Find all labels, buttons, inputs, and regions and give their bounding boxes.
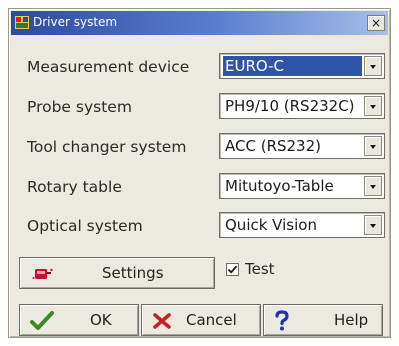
tool-changer-system-value: ACC (RS232) [225,137,321,155]
question-mark-icon [275,310,289,331]
rotary-table-value: Mitutoyo-Table [225,177,334,195]
chevron-down-icon [370,145,376,149]
tool-changer-system-select[interactable]: ACC (RS232) [219,133,385,159]
settings-button-label: Settings [102,264,164,282]
help-button-label: Help [334,311,369,329]
rotary-table-dropdown-button[interactable] [364,176,382,196]
chevron-down-icon [370,224,376,228]
checkmark-icon [30,311,54,330]
ok-button-label: OK [90,311,112,329]
driver-system-dialog: Driver system × Measurement device EURO-… [8,8,391,338]
measurement-device-value: EURO-C [223,56,362,76]
test-checkbox[interactable] [226,263,239,276]
tool-changer-system-dropdown-button[interactable] [364,136,382,156]
title-bar: Driver system × [11,11,388,35]
optical-system-value: Quick Vision [225,216,317,234]
measurement-device-select[interactable]: EURO-C [219,53,385,79]
optical-system-select[interactable]: Quick Vision [219,212,385,238]
chevron-down-icon [370,105,376,109]
checkmark-icon [227,265,238,274]
cancel-button-label: Cancel [186,311,237,329]
chevron-down-icon [370,185,376,189]
settings-button[interactable]: Settings [19,257,215,289]
cross-icon [153,313,171,329]
probe-system-label: Probe system [27,98,132,116]
optical-system-label: Optical system [27,217,143,235]
rotary-table-select[interactable]: Mitutoyo-Table [219,173,385,199]
optical-system-dropdown-button[interactable] [364,215,382,235]
close-button[interactable]: × [367,15,385,31]
ok-button[interactable]: OK [19,304,139,336]
tool-changer-system-label: Tool changer system [27,138,187,156]
settings-icon [32,268,53,279]
chevron-down-icon [370,65,376,69]
measurement-device-dropdown-button[interactable] [364,56,382,76]
help-button[interactable]: Help [263,304,383,336]
cancel-button[interactable]: Cancel [141,304,261,336]
probe-system-select[interactable]: PH9/10 (RS232C) [219,93,385,119]
measurement-device-label: Measurement device [27,58,190,76]
test-checkbox-label: Test [245,260,275,278]
probe-system-value: PH9/10 (RS232C) [225,97,355,115]
app-icon [15,16,29,29]
window-title: Driver system [33,15,118,29]
probe-system-dropdown-button[interactable] [364,96,382,116]
rotary-table-label: Rotary table [27,178,122,196]
